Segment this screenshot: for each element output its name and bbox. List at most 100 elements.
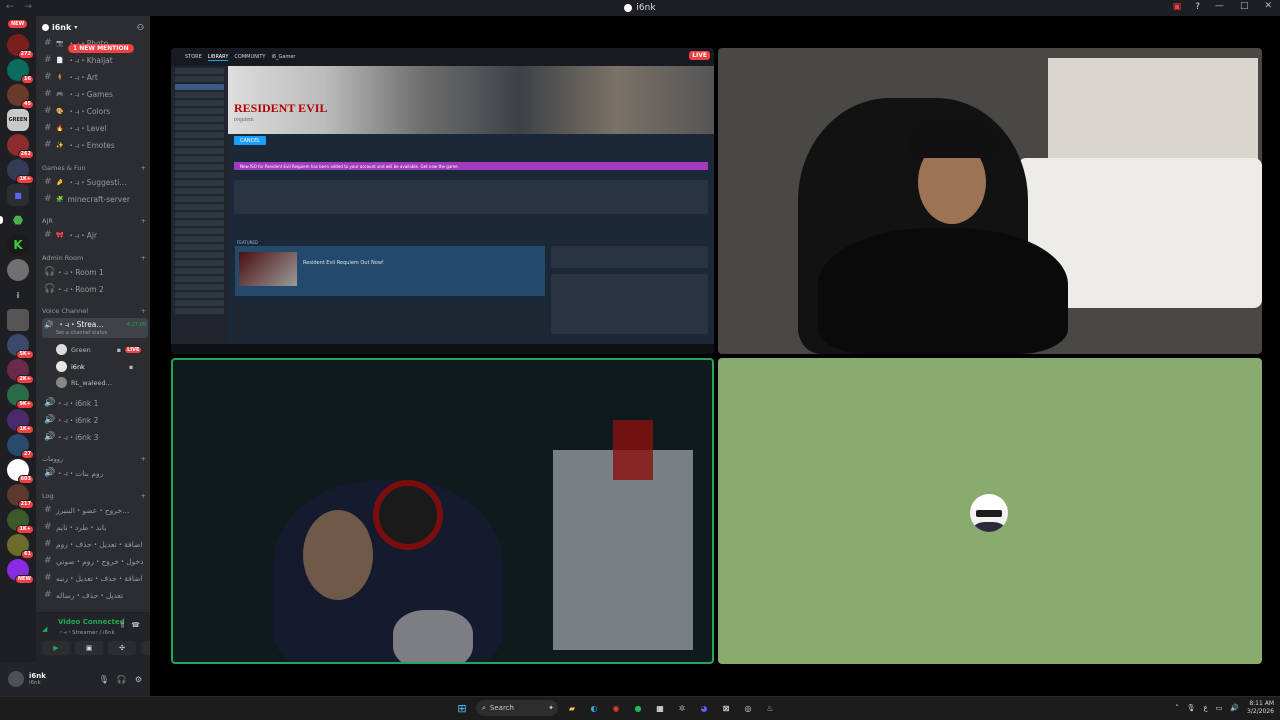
log-channel[interactable]: # دخول・خروج・روم・صوتي bbox=[44, 554, 148, 568]
server-icon[interactable]: 1K+ bbox=[7, 409, 34, 434]
add-channel-icon[interactable]: + bbox=[141, 164, 146, 172]
channel-games[interactable]: # 🎮 ・⥽・Games bbox=[44, 87, 148, 101]
avatar-tile[interactable] bbox=[718, 358, 1262, 664]
server-icon[interactable]: 5K+ bbox=[7, 334, 34, 359]
category-admin-room[interactable]: Admin Room + bbox=[42, 252, 146, 264]
new-mention-pill[interactable]: 1 NEW MENTION bbox=[68, 44, 134, 53]
language-icon[interactable]: ع bbox=[1204, 704, 1208, 712]
server-icon[interactable]: 9K+ bbox=[7, 384, 34, 409]
edge-icon[interactable]: ◐ bbox=[586, 700, 602, 716]
chevron-up-icon[interactable]: ˄ bbox=[1175, 704, 1179, 712]
screen-share-tile[interactable]: STORE LIBRARY COMMUNITY i6_Gamer RESIDEN… bbox=[171, 48, 714, 354]
voice-room-2[interactable]: 🎧 ・⥽・Room 2 bbox=[44, 282, 148, 296]
server-icon[interactable]: 1K+ bbox=[7, 159, 34, 184]
server-icon[interactable]: K bbox=[7, 234, 29, 256]
network-icon[interactable]: ▭ bbox=[1216, 704, 1223, 712]
channel-suggestions[interactable]: # 🤌 ・⥽・Suggesti… bbox=[44, 175, 148, 189]
voice-channel-i6nk-1[interactable]: 🔊 ・⥽・i6nk 1 bbox=[44, 396, 148, 410]
volume-icon[interactable]: 🔊 bbox=[1230, 704, 1239, 712]
channel-level[interactable]: # 🔥 ・⥽・Level bbox=[44, 121, 148, 135]
voice-channel-i6nk-2[interactable]: 🔊 ・⥽・i6nk 2 bbox=[44, 413, 148, 427]
category-log[interactable]: Log + bbox=[42, 490, 146, 502]
server-icon[interactable] bbox=[7, 259, 29, 281]
taskbar-search[interactable]: ⌕ Search ✦ bbox=[476, 700, 558, 716]
settings-icon[interactable]: ✲ bbox=[674, 700, 690, 716]
server-icon[interactable]: 16 bbox=[7, 59, 34, 84]
server-icon[interactable]: 27 bbox=[7, 434, 34, 459]
webcam-tile[interactable] bbox=[718, 48, 1262, 354]
server-icon[interactable]: NEW bbox=[7, 559, 34, 584]
channel-status[interactable]: Set a channel status bbox=[44, 330, 107, 336]
channel-ajr[interactable]: # 🎀 ・⥽・Ajr bbox=[44, 228, 148, 242]
server-icon[interactable]: ■ bbox=[7, 184, 29, 206]
voice-user[interactable]: i6nk ▪ bbox=[56, 361, 133, 372]
camera-button[interactable]: ▶ bbox=[42, 641, 70, 655]
category-voice-channel[interactable]: Voice Channel + bbox=[42, 305, 146, 317]
server-icon[interactable] bbox=[7, 309, 29, 331]
log-channel[interactable]: # تعديل・حذف・رساله bbox=[44, 588, 148, 602]
voice-user[interactable]: Green ▪ LIVE bbox=[56, 344, 142, 355]
log-channel[interactable]: # باند・طرد・تايم bbox=[44, 520, 148, 534]
channel-art[interactable]: # 🧍 ・⥽・Art bbox=[44, 70, 148, 84]
user-info[interactable]: i6nk i6nk bbox=[29, 672, 46, 686]
minimize-button[interactable]: — bbox=[1215, 1, 1224, 11]
channel-emotes[interactable]: # ✨ ・⥽・Emotes bbox=[44, 138, 148, 152]
voice-channel-girls[interactable]: 🔊 ・⥽・روم بنات bbox=[44, 466, 148, 480]
add-channel-icon[interactable]: + bbox=[141, 455, 146, 463]
history-nav[interactable]: ← → bbox=[6, 2, 36, 12]
voice-channel-streamer[interactable]: 🔊 ・⥽・Strea… 4:27:09 Set a channel status bbox=[42, 318, 148, 338]
add-channel-icon[interactable]: + bbox=[141, 307, 146, 315]
noise-suppression-icon[interactable]: ⫼ bbox=[121, 621, 124, 630]
server-icon[interactable]: 262 bbox=[7, 134, 34, 159]
channel-khaljat[interactable]: # 📄 ・⥽・Khaljat bbox=[44, 53, 148, 67]
voice-channel-i6nk-3[interactable]: 🔊 ・⥽・i6nk 3 bbox=[44, 430, 148, 444]
discord-icon[interactable]: ◕ bbox=[696, 700, 712, 716]
server-header[interactable]: i6nk ▾ ⚇ bbox=[36, 16, 150, 38]
channel-minecraft[interactable]: # 🧩 minecraft-server bbox=[44, 192, 148, 206]
log-channel[interactable]: # اضافة・حذف・تعديل・رتبه bbox=[44, 571, 148, 585]
microphone-icon[interactable]: 🎙 bbox=[99, 675, 109, 684]
log-channel[interactable]: # اضافة・تعديل・حذف・روم bbox=[44, 537, 148, 551]
server-icon[interactable]: 603 bbox=[7, 459, 34, 484]
channel-colors[interactable]: # 🎨 ・⥽・Colors bbox=[44, 104, 148, 118]
steam-icon[interactable]: ♨ bbox=[762, 700, 778, 716]
category-rooms[interactable]: روومات + bbox=[42, 453, 146, 465]
close-button[interactable]: ✕ bbox=[1264, 1, 1272, 11]
activities-button[interactable]: ✣ bbox=[108, 641, 136, 655]
server-icon[interactable]: i bbox=[7, 284, 29, 306]
obs-icon[interactable]: ◎ bbox=[740, 700, 756, 716]
voice-user[interactable]: RL_waleed… bbox=[56, 377, 112, 388]
add-channel-icon[interactable]: + bbox=[141, 492, 146, 500]
gear-icon[interactable]: ⚙ bbox=[135, 675, 142, 684]
voice-status[interactable]: Video Connected bbox=[58, 618, 125, 626]
avatar[interactable] bbox=[8, 671, 24, 687]
maximize-button[interactable]: □ bbox=[1240, 1, 1249, 11]
add-channel-icon[interactable]: + bbox=[141, 254, 146, 262]
help-icon[interactable]: ? bbox=[1195, 2, 1200, 12]
server-icon[interactable]: 217 bbox=[7, 484, 34, 509]
spotify-icon[interactable]: ● bbox=[630, 700, 646, 716]
server-icon[interactable]: 272 bbox=[7, 34, 34, 59]
add-channel-icon[interactable]: + bbox=[141, 217, 146, 225]
server-icon[interactable]: ⬣ bbox=[0, 209, 29, 231]
screen-share-button[interactable]: ▣ bbox=[75, 641, 103, 655]
inbox-icon[interactable]: ▣ bbox=[1173, 2, 1182, 12]
start-icon[interactable]: ⊞ bbox=[454, 700, 470, 716]
invite-icon[interactable]: ⚇ bbox=[137, 23, 144, 32]
microphone-icon[interactable]: 🎙 bbox=[1187, 704, 1196, 712]
clock[interactable]: 8:11 AM 3/2/2026 bbox=[1247, 700, 1274, 716]
server-icon[interactable]: 45 bbox=[7, 84, 34, 109]
category-games-fun[interactable]: Games & Fun + bbox=[42, 162, 146, 174]
headphones-icon[interactable]: 🎧 bbox=[117, 675, 127, 684]
store-icon[interactable]: ▦ bbox=[652, 700, 668, 716]
chrome-icon[interactable]: ◉ bbox=[608, 700, 624, 716]
capcut-icon[interactable]: ⊠ bbox=[718, 700, 734, 716]
webcam-tile[interactable] bbox=[171, 358, 714, 664]
server-icon[interactable]: 1K+ bbox=[7, 509, 34, 534]
voice-room-1[interactable]: 🎧 ・⥽・Room 1 bbox=[44, 265, 148, 279]
file-explorer-icon[interactable]: ▰ bbox=[564, 700, 580, 716]
server-icon[interactable]: GREEN bbox=[7, 109, 29, 131]
log-channel[interactable]: # خروج・عضو・البنيرز… bbox=[44, 503, 148, 517]
server-icon[interactable]: 2K+ bbox=[7, 359, 34, 384]
disconnect-icon[interactable]: ☎ bbox=[131, 621, 140, 629]
